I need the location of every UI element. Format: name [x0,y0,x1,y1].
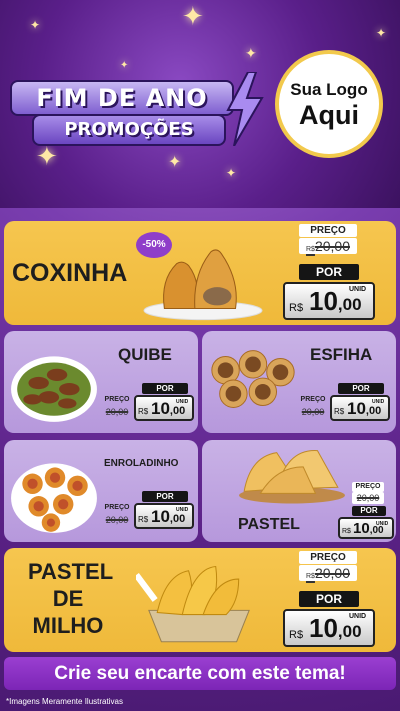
new-price: R$ 10,00 UNID [283,282,375,320]
new-price-currency: R$ [289,302,304,314]
new-price-int: 10 [151,507,170,526]
old-price: 20,00 [298,406,328,418]
new-price-currency: R$ [138,407,149,416]
por-label: POR [142,383,188,394]
product-name-line: MILHO [32,613,104,638]
old-price-currency: R$ [306,573,315,580]
old-price: 20,00 [102,514,132,526]
new-price-int: 10 [151,399,170,418]
sparkle-icon: ✦ [120,60,129,71]
old-price-value: 20,00 [105,515,129,525]
old-price-value: 20,00 [356,493,380,503]
header-banner: ✦ ✦ ✦ ✦ ✦ ✦ ✦ ✦ FIM DE ANO PROMOÇÕES Sua… [0,0,400,208]
old-price: 20,00 [352,492,384,504]
preco-label: PREÇO [352,482,384,492]
price-block-esfiha: POR PREÇO 20,00 R$ 10,00 UNID [298,383,392,429]
old-price: R$20,00 [299,565,357,581]
new-price-int: 10 [309,286,338,316]
product-name: PASTEL DE MILHO [28,558,114,639]
preco-label: PREÇO [104,504,130,511]
pastel-de-milho-image [136,565,250,643]
por-label: POR [142,491,188,502]
unit-label: UNID [349,286,367,293]
price-block-coxinha: PREÇO R$20,00 POR R$ 10,00 UNID [283,224,375,322]
product-name-line: PASTEL [28,559,114,584]
sparkle-icon: ✦ [36,142,58,172]
quibe-image [11,356,97,422]
new-price-dec: ,00 [337,622,362,641]
price-block-quibe: POR PREÇO 20,00 R$ 10,00 UNID [102,383,194,429]
preco-label: PREÇO [299,224,357,237]
logo-placeholder: Sua Logo Aqui [275,50,383,158]
preco-label: PREÇO [299,551,357,564]
unit-label: UNID [176,507,189,513]
enroladinho-image [11,463,97,533]
old-price-value: 20,00 [314,238,350,254]
esfiha-image [211,350,295,408]
new-price: R$ 10,00 UNID [134,395,194,421]
promo-title: FIM DE ANO PROMOÇÕES [10,72,264,146]
old-price-value: 20,00 [105,407,129,417]
flyer-page: ✦ ✦ ✦ ✦ ✦ ✦ ✦ ✦ FIM DE ANO PROMOÇÕES Sua… [0,0,400,711]
sparkle-icon: ✦ [182,2,204,32]
price-block-pastel: PREÇO 20,00 POR R$ 10,00 UNID [338,482,394,539]
price-block-enroladinho: POR PREÇO 20,00 R$ 10,00 UNID [102,491,194,537]
old-price: 20,00 [102,406,132,418]
sparkle-icon: ✦ [226,166,237,180]
new-price-dec: ,00 [169,513,186,525]
product-name: ENROLADINHO [104,458,179,469]
new-price-currency: R$ [334,407,345,416]
footer-disclaimer: *Imagens Meramente Ilustrativas [6,697,123,706]
sparkle-icon: ✦ [30,18,41,32]
unit-label: UNID [349,613,367,620]
unit-label: UNID [372,399,385,405]
new-price-dec: ,00 [337,295,362,314]
pastel-image [239,450,345,504]
product-name-line: DE [52,586,84,611]
new-price: R$ 10,00 UNID [330,395,390,421]
new-price-currency: R$ [289,629,304,641]
por-label: POR [352,506,386,516]
old-price-currency: R$ [306,246,315,253]
new-price-dec: ,00 [169,405,186,417]
cta-button[interactable]: Crie seu encarte com este tema! [4,657,396,690]
price-block-pastel-de-milho: PREÇO R$20,00 POR R$ 10,00 UNID [283,551,375,649]
preco-label: PREÇO [300,396,326,403]
new-price: R$ 10,00 UNID [134,503,194,529]
new-price: R$ 10,00 UNID [338,517,394,539]
product-name: COXINHA [12,259,128,287]
new-price-int: 10 [353,520,370,537]
product-name: QUIBE [118,345,172,364]
new-price: R$ 10,00 UNID [283,609,375,647]
old-price: R$20,00 [299,238,357,254]
lightning-bolt-icon [226,72,264,146]
new-price-currency: R$ [138,515,149,524]
new-price-dec: ,00 [365,405,382,417]
unit-label: UNID [176,399,189,405]
preco-label: PREÇO [104,396,130,403]
por-label: POR [338,383,384,394]
por-label: POR [299,264,359,280]
sparkle-icon: ✦ [376,26,387,40]
product-name: ESFIHA [310,345,373,364]
title-line-1: FIM DE ANO [10,80,234,116]
unit-label: UNID [376,521,389,527]
new-price-int: 10 [309,613,338,643]
sparkle-icon: ✦ [168,152,182,171]
logo-text-line-1: Sua Logo [290,80,368,99]
sparkle-icon: ✦ [245,46,257,62]
old-price-value: 20,00 [314,565,350,581]
discount-badge: -50% [136,232,172,258]
por-label: POR [299,591,359,607]
new-price-int: 10 [347,399,366,418]
title-line-2: PROMOÇÕES [32,114,226,146]
logo-text-line-2: Aqui [299,100,359,130]
product-name: PASTEL [238,516,300,533]
new-price-currency: R$ [342,528,351,535]
old-price-value: 20,00 [301,407,325,417]
